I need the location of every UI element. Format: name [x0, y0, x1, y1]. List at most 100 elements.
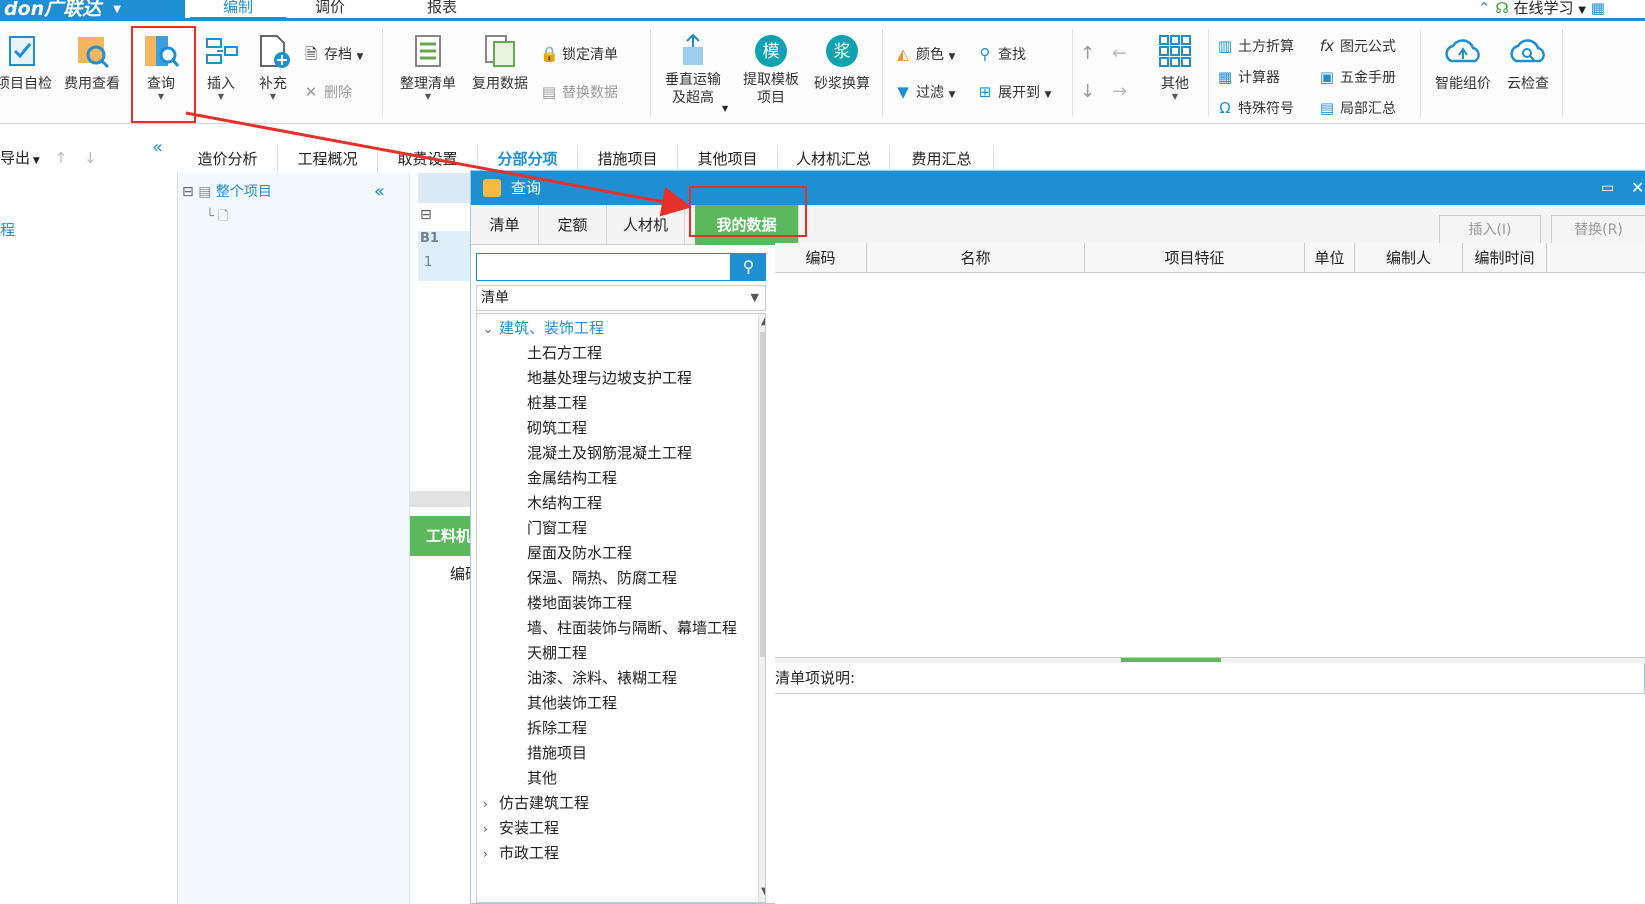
tree-child-doc-icon[interactable]: └ 🗋 — [206, 207, 228, 229]
move-up-icon[interactable]: ↑ — [1080, 43, 1095, 65]
export-dropdown-icon[interactable]: ▼ — [30, 156, 40, 166]
tab-cost-analysis[interactable]: 造价分析 — [178, 145, 278, 173]
partial-summary-button[interactable]: ▤ 局部汇总 — [1318, 97, 1396, 119]
special-symbol-button[interactable]: Ω 特殊符号 — [1216, 97, 1294, 119]
project-nav-item[interactable]: 程 — [0, 219, 15, 240]
tree-node-chapter[interactable]: 措施项目 — [527, 741, 587, 766]
tree-node-chapter[interactable]: 拆除工程 — [527, 716, 587, 741]
col-created-time[interactable]: 编制时间 — [1463, 243, 1547, 273]
archive-dropdown-icon[interactable]: ▼ — [356, 52, 363, 62]
replace-data-button[interactable]: ▤ 替换数据 — [540, 81, 618, 103]
menu-tab-edit[interactable]: 编制 — [190, 0, 286, 20]
col-unit[interactable]: 单位 — [1305, 243, 1355, 273]
grid-selected-cell[interactable] — [418, 231, 472, 281]
grid-icon[interactable]: ▦ — [1591, 0, 1605, 17]
dropdown-icon[interactable]: ▼ — [1578, 5, 1586, 16]
grid-collapse-icon[interactable]: ⊟ — [420, 207, 432, 223]
tab-labor-material-summary[interactable]: 人材机汇总 — [778, 145, 890, 173]
tree-node-root[interactable]: ⌄ 建筑、装饰工程 — [483, 316, 604, 341]
tree-collapse-icon[interactable]: « — [374, 181, 385, 202]
dialog-tab-list[interactable]: 清单 — [471, 205, 539, 245]
tree-node-chapter[interactable]: 土石方工程 — [527, 341, 602, 366]
tree-root-whole-project[interactable]: ⊟ ▤ 整个项目 — [182, 181, 272, 201]
hardware-manual-button[interactable]: ▣ 五金手册 — [1318, 66, 1396, 88]
col-code[interactable]: 编码 — [775, 243, 867, 273]
col-features[interactable]: 项目特征 — [1085, 243, 1305, 273]
up-arrow-icon[interactable]: ↑ — [55, 149, 68, 167]
tab-sub-items[interactable]: 分部分项 — [478, 145, 578, 173]
tree-node-chapter[interactable]: 其他装饰工程 — [527, 691, 617, 716]
library-select[interactable]: 清单 ▼ — [476, 285, 766, 311]
tree-node-chapter[interactable]: 金属结构工程 — [527, 466, 617, 491]
splitter-grip[interactable] — [1121, 658, 1221, 662]
online-learn-link[interactable]: ⌃ ☊ 在线学习 ▼ ▦ — [1478, 0, 1605, 18]
chevron-right-icon[interactable]: › — [483, 817, 499, 842]
save-archive-button[interactable]: 🗎 存档 ▼ — [302, 43, 363, 65]
transport-dropdown-icon[interactable]: ▼ — [722, 104, 728, 113]
menu-tab-price[interactable]: 调价 — [300, 0, 360, 20]
other-dropdown-icon[interactable]: ▼ — [1150, 93, 1200, 101]
scroll-up-icon[interactable]: ▲ — [761, 316, 765, 327]
expand-to-button[interactable]: ⊞ 展开到 ▼ — [976, 81, 1052, 103]
collapse-left-icon[interactable]: « — [152, 137, 163, 158]
tree-node-chapter[interactable]: 屋面及防水工程 — [527, 541, 632, 566]
reuse-data-button[interactable]: 复用数据 — [468, 33, 532, 93]
tree-node-sibling[interactable]: › 安装工程 — [483, 816, 559, 841]
move-right-icon[interactable]: → — [1112, 81, 1127, 103]
filter-button[interactable]: ▼ 过滤 ▼ — [894, 81, 955, 103]
bottom-tab-labor-material[interactable]: 工料机 — [410, 516, 472, 556]
move-left-icon[interactable]: ← — [1112, 43, 1127, 65]
tab-fee-settings[interactable]: 取费设置 — [378, 145, 478, 173]
figure-formula-button[interactable]: fx 图元公式 — [1318, 35, 1396, 57]
chevron-down-icon[interactable]: ⌄ — [483, 317, 499, 342]
down-arrow-icon[interactable]: ↓ — [84, 149, 97, 167]
calculator-button[interactable]: ▦ 计算器 — [1216, 66, 1280, 88]
mortar-convert-button[interactable]: 浆 砂浆换算 — [810, 33, 874, 93]
color-dropdown-icon[interactable]: ▼ — [948, 52, 955, 62]
search-icon[interactable]: ⚲ — [731, 253, 766, 281]
tab-fee-summary[interactable]: 费用汇总 — [890, 145, 994, 173]
insert-dialog-button[interactable]: 插入(I) — [1439, 215, 1541, 245]
earthwork-convert-button[interactable]: ▥ 土方折算 — [1216, 35, 1294, 57]
export-button[interactable]: 导出 ▼ ↑ ↓ — [0, 147, 97, 168]
smart-pricing-button[interactable]: 智能组价 — [1428, 33, 1498, 93]
scroll-down-icon[interactable]: ▼ — [761, 886, 765, 897]
tree-node-chapter[interactable]: 门窗工程 — [527, 516, 587, 541]
replace-dialog-button[interactable]: 替换(R) — [1551, 215, 1645, 245]
collapse-icon[interactable]: ⌃ — [1478, 0, 1491, 17]
tree-node-chapter[interactable]: 桩基工程 — [527, 391, 587, 416]
insert-button[interactable]: 插入 ▼ — [196, 33, 246, 101]
dialog-tab-labor-material[interactable]: 人材机 — [607, 205, 685, 245]
project-check-button[interactable]: 项目自检 — [0, 33, 54, 93]
cloud-check-button[interactable]: 云检查 — [1500, 33, 1556, 93]
dialog-tab-quota[interactable]: 定额 — [539, 205, 607, 245]
tree-scroll-thumb[interactable] — [760, 332, 765, 657]
result-table-body[interactable] — [775, 274, 1645, 657]
tree-node-chapter[interactable]: 楼地面装饰工程 — [527, 591, 632, 616]
insert-dropdown-icon[interactable]: ▼ — [196, 93, 246, 101]
tree-node-chapter[interactable]: 混凝土及钢筋混凝土工程 — [527, 441, 692, 466]
other-button[interactable]: 其他 ▼ — [1150, 33, 1200, 101]
collapse-box-icon[interactable]: ⊟ — [182, 184, 194, 200]
menu-tab-report[interactable]: 报表 — [412, 0, 472, 20]
extract-template-button[interactable]: 模 提取模板 项目 — [736, 33, 806, 107]
tree-node-chapter[interactable]: 油漆、涂料、裱糊工程 — [527, 666, 677, 691]
tree-node-chapter[interactable]: 地基处理与边坡支护工程 — [527, 366, 692, 391]
close-icon[interactable]: ✕ — [1631, 171, 1644, 205]
move-down-icon[interactable]: ↓ — [1080, 81, 1095, 103]
chevron-right-icon[interactable]: › — [483, 792, 499, 817]
organize-dropdown-icon[interactable]: ▼ — [396, 93, 460, 101]
tree-node-sibling[interactable]: › 市政工程 — [483, 841, 559, 866]
brand-dropdown-icon[interactable]: ▼ — [113, 4, 121, 15]
vertical-transport-button[interactable]: 垂直运输 及超高 — [658, 33, 728, 107]
tree-node-chapter[interactable]: 天棚工程 — [527, 641, 587, 666]
tree-node-chapter[interactable]: 木结构工程 — [527, 491, 602, 516]
tree-node-chapter[interactable]: 其他 — [527, 766, 557, 791]
tree-node-chapter[interactable]: 保温、隔热、防腐工程 — [527, 566, 677, 591]
dialog-title-bar[interactable]: 查询 ▭ ✕ — [471, 171, 1645, 205]
tab-measure-items[interactable]: 措施项目 — [578, 145, 678, 173]
organize-list-button[interactable]: 整理清单 ▼ — [396, 33, 460, 101]
col-author[interactable]: 编制人 — [1355, 243, 1463, 273]
fee-view-button[interactable]: 费用查看 — [60, 33, 124, 93]
grid-hscrollbar[interactable] — [410, 491, 472, 507]
